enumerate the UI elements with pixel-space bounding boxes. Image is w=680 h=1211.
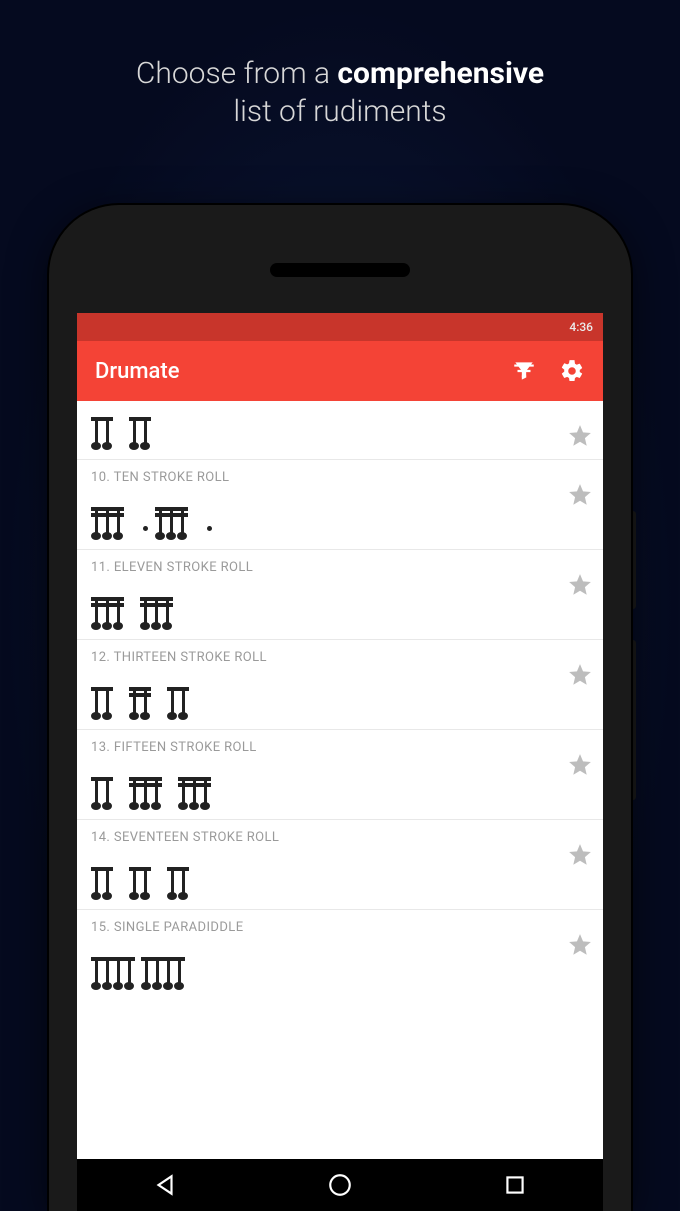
star-icon[interactable] — [567, 752, 593, 778]
star-icon[interactable] — [567, 423, 593, 449]
list-item[interactable]: 14. SEVENTEEN STROKE ROLL — [77, 820, 603, 910]
notation-icon — [91, 853, 589, 895]
star-icon[interactable] — [567, 842, 593, 868]
item-title: 10. TEN STROKE ROLL — [91, 470, 589, 485]
promo-text: Choose from a comprehensive list of rudi… — [0, 0, 680, 130]
back-button[interactable] — [152, 1172, 178, 1198]
filter-icon[interactable] — [511, 358, 537, 384]
item-title: 13. FIFTEEN STROKE ROLL — [91, 740, 589, 755]
promo-line1-a: Choose from a — [136, 56, 338, 91]
item-title: 12. THIRTEEN STROKE ROLL — [91, 650, 589, 665]
home-button[interactable] — [327, 1172, 353, 1198]
star-icon[interactable] — [567, 572, 593, 598]
android-nav-bar — [77, 1159, 603, 1211]
overview-button[interactable] — [502, 1172, 528, 1198]
list-item[interactable]: 11. ELEVEN STROKE ROLL — [77, 550, 603, 640]
notation-icon — [91, 943, 589, 985]
notation-icon — [91, 763, 589, 805]
app-title: Drumate — [95, 359, 489, 384]
screen: 4:36 Drumate 10. TEN STROKE — [77, 313, 603, 1211]
notation-icon — [91, 673, 589, 715]
star-icon[interactable] — [567, 662, 593, 688]
star-icon[interactable] — [567, 932, 593, 958]
item-title: 11. ELEVEN STROKE ROLL — [91, 560, 589, 575]
promo-line1-b: comprehensive — [337, 56, 544, 91]
status-time: 4:36 — [569, 320, 593, 334]
item-title: 15. SINGLE PARADIDDLE — [91, 920, 589, 935]
gear-icon[interactable] — [559, 358, 585, 384]
item-title: 14. SEVENTEEN STROKE ROLL — [91, 830, 589, 845]
list-item[interactable]: 13. FIFTEEN STROKE ROLL — [77, 730, 603, 820]
phone-frame: 4:36 Drumate 10. TEN STROKE — [49, 205, 631, 1211]
star-icon[interactable] — [567, 482, 593, 508]
list-item[interactable]: 15. SINGLE PARADIDDLE — [77, 910, 603, 999]
status-bar: 4:36 — [77, 313, 603, 341]
rudiment-list[interactable]: 10. TEN STROKE ROLL 11. ELEVEN STROKE RO… — [77, 401, 603, 999]
notation-icon — [91, 493, 589, 535]
phone-speaker — [270, 263, 410, 277]
notation-icon — [91, 583, 589, 625]
app-bar: Drumate — [77, 341, 603, 401]
list-item[interactable]: 12. THIRTEEN STROKE ROLL — [77, 640, 603, 730]
list-item[interactable] — [77, 401, 603, 460]
notation-icon — [91, 403, 589, 445]
list-item[interactable]: 10. TEN STROKE ROLL — [77, 460, 603, 550]
promo-line2: list of rudiments — [233, 94, 446, 129]
